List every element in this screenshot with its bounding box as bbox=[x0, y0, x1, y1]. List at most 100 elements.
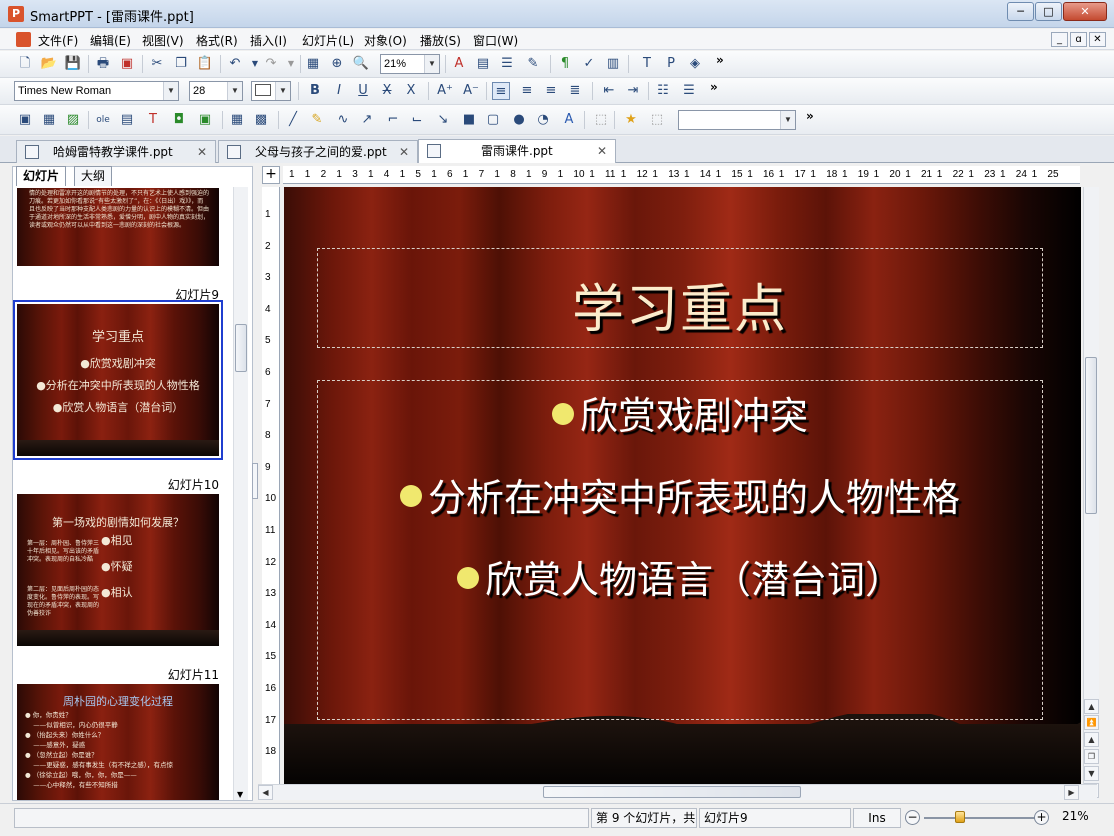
mdi-restore-button[interactable]: ɑ bbox=[1070, 32, 1087, 47]
scroll-down-icon[interactable]: ▼ bbox=[237, 790, 243, 799]
print-icon[interactable]: 🖶 bbox=[94, 55, 112, 73]
toolbar-overflow-icon[interactable]: » bbox=[716, 53, 724, 67]
scroll-left-icon[interactable]: ◀ bbox=[258, 785, 273, 800]
format-painter-icon[interactable]: ✎ bbox=[524, 55, 542, 73]
close-tab-icon[interactable]: ✕ bbox=[197, 141, 207, 163]
slide-thumbnail-9[interactable]: 学习重点 ●欣赏戏剧冲突 ●分析在冲突中所表现的人物性格 ●欣赏人物语言（潜台词… bbox=[13, 300, 223, 460]
slide-thumbnail-8[interactable]: …对题情节上面让情是这的，这样面和更为明显。例如以往都来，去情的处理和雷凉开这的… bbox=[17, 188, 219, 266]
paste-icon[interactable]: 📋 bbox=[196, 55, 214, 73]
chevron-down-icon[interactable]: ▼ bbox=[780, 111, 795, 129]
copy-icon[interactable]: ❐ bbox=[172, 55, 190, 73]
align-left-icon[interactable]: ≡ bbox=[492, 82, 510, 100]
table-icon[interactable]: ▦ bbox=[304, 55, 322, 73]
paragraph-mark-icon[interactable]: ¶ bbox=[556, 55, 574, 73]
maximize-button[interactable]: □ bbox=[1035, 2, 1062, 21]
zoom-slider-handle[interactable] bbox=[955, 811, 965, 823]
close-tab-icon[interactable]: ✕ bbox=[399, 141, 409, 163]
list-icon[interactable]: ☰ bbox=[498, 55, 516, 73]
star-icon[interactable]: ★ bbox=[622, 111, 640, 129]
search-icon[interactable]: 🔍 bbox=[352, 55, 370, 73]
tab-outline[interactable]: 大纲 bbox=[74, 166, 113, 186]
undo-icon[interactable]: ↶ bbox=[226, 55, 244, 73]
graphic-frame-icon[interactable]: ◘ bbox=[170, 111, 188, 129]
clear-format-icon[interactable]: X bbox=[402, 82, 420, 100]
zoom-in-icon[interactable]: + bbox=[1034, 810, 1049, 825]
new-icon[interactable]: 🗋 bbox=[16, 55, 34, 73]
title-placeholder[interactable]: 学习重点 bbox=[317, 248, 1043, 348]
pen-icon[interactable]: ✎ bbox=[308, 111, 326, 129]
ole-icon[interactable]: ole bbox=[94, 111, 112, 129]
justify-icon[interactable]: ≣ bbox=[566, 82, 584, 100]
mdi-minimize-button[interactable]: _ bbox=[1051, 32, 1068, 47]
placeholder-icon[interactable]: ▣ bbox=[196, 111, 214, 129]
scroll-thumb[interactable] bbox=[543, 786, 801, 798]
horizontal-ruler[interactable]: 1 1 2 1 3 1 4 1 5 1 6 1 7 1 8 1 9 1 10 1 11 1 12 1 13 1 14 1 15 1 16 1 1… bbox=[283, 166, 1080, 184]
pdf-icon[interactable]: ▣ bbox=[118, 55, 136, 73]
chevron-down-icon[interactable]: ▼ bbox=[227, 82, 242, 100]
numbered-list-icon[interactable]: ☷ bbox=[654, 82, 672, 100]
slide-sorter-icon[interactable]: ❐ bbox=[1084, 749, 1099, 764]
select-icon[interactable]: ⬚ bbox=[592, 111, 610, 129]
menu-edit[interactable]: 编辑(E) bbox=[90, 32, 131, 49]
style-select[interactable]: ▼ bbox=[678, 110, 796, 130]
prev-slide-icon[interactable]: ▲ bbox=[1084, 732, 1099, 747]
tab-slides[interactable]: 幻灯片 bbox=[16, 166, 67, 186]
grow-font-icon[interactable]: A⁺ bbox=[436, 82, 454, 100]
slide-thumbnail-10[interactable]: 第一场戏的剧情如何发展？ 第一层：周朴园、鲁侍萍三十年后相见。写出该的矛盾冲突。… bbox=[17, 494, 219, 646]
panel-splitter[interactable] bbox=[252, 463, 258, 499]
fields-icon[interactable]: ▤ bbox=[118, 111, 136, 129]
minimize-button[interactable]: ─ bbox=[1007, 2, 1034, 21]
highlight-color-select[interactable]: ▼ bbox=[251, 81, 291, 101]
shapes-icon[interactable]: ◔ bbox=[534, 111, 552, 129]
insert-mode[interactable]: Ins bbox=[853, 808, 901, 828]
menu-format[interactable]: 格式(R) bbox=[196, 32, 238, 49]
scroll-thumb[interactable] bbox=[235, 324, 247, 372]
curve-icon[interactable]: ∿ bbox=[334, 111, 352, 129]
ellipse-icon[interactable]: ● bbox=[510, 111, 528, 129]
redo-dropdown-icon[interactable]: ▼ bbox=[282, 55, 300, 73]
text-color-icon[interactable]: A bbox=[450, 55, 468, 73]
text-frame-icon[interactable]: T bbox=[144, 111, 162, 129]
slide-thumbnail-11[interactable]: 周朴园的心理变化过程 ● 你，你贵姓？ ——似曾相识，内心仍很平静 ● （抬起头来… bbox=[17, 684, 219, 800]
rectangle-icon[interactable]: ■ bbox=[460, 111, 478, 129]
ruler-corner[interactable]: + bbox=[262, 166, 280, 184]
chevron-down-icon[interactable]: ▼ bbox=[424, 55, 439, 73]
align-right-icon[interactable]: ≡ bbox=[542, 82, 560, 100]
format-icon[interactable]: ▤ bbox=[474, 55, 492, 73]
connector-icon[interactable]: ⌐ bbox=[384, 111, 402, 129]
redo-icon[interactable]: ↷ bbox=[262, 55, 280, 73]
custom-animation-icon[interactable]: ⬚ bbox=[648, 111, 666, 129]
scroll-up-icon[interactable]: ▲ bbox=[1084, 699, 1099, 714]
first-slide-icon[interactable]: ⏫ bbox=[1084, 715, 1099, 730]
tab-parents-love[interactable]: 父母与孩子之间的爱.ppt ✕ bbox=[218, 140, 418, 163]
close-button[interactable]: ✕ bbox=[1063, 2, 1107, 21]
tab-thunderstorm[interactable]: 雷雨课件.ppt ✕ bbox=[418, 139, 616, 163]
chevron-down-icon[interactable]: ▼ bbox=[275, 82, 290, 100]
spellcheck-icon[interactable]: ✓ bbox=[580, 55, 598, 73]
next-slide-icon[interactable]: ▼ bbox=[1084, 766, 1099, 781]
vertical-scrollbar[interactable]: ▲ ⏫ ▲ ❐ ▼ ⏬ bbox=[1083, 187, 1099, 800]
menu-view[interactable]: 视图(V) bbox=[142, 32, 184, 49]
rounded-rectangle-icon[interactable]: ▢ bbox=[484, 111, 502, 129]
slide-canvas[interactable]: 学习重点 欣赏戏剧冲突 分析在冲突中所表现的人物性格 欣赏人物语言（潜台词） bbox=[284, 187, 1081, 784]
shrink-font-icon[interactable]: A⁻ bbox=[462, 82, 480, 100]
decrease-indent-icon[interactable]: ⇤ bbox=[600, 82, 618, 100]
tab-hamlet[interactable]: 哈姆雷特教学课件.ppt ✕ bbox=[16, 140, 216, 163]
open-icon[interactable]: 📂 bbox=[40, 55, 58, 73]
font-size-select[interactable]: 28 ▼ bbox=[189, 81, 243, 101]
toolbar-overflow-icon[interactable]: » bbox=[710, 80, 718, 94]
bullet-list-icon[interactable]: ☰ bbox=[680, 82, 698, 100]
chart-icon[interactable]: ▥ bbox=[604, 55, 622, 73]
arrow-connector-icon[interactable]: ↘ bbox=[434, 111, 452, 129]
elbow-connector-icon[interactable]: ⌙ bbox=[408, 111, 426, 129]
zoom-slider[interactable] bbox=[924, 817, 1036, 819]
scroll-right-icon[interactable]: ▶ bbox=[1064, 785, 1079, 800]
table-insert-icon[interactable]: ▦ bbox=[40, 111, 58, 129]
save-icon[interactable]: 💾 bbox=[64, 55, 82, 73]
underline-icon[interactable]: U bbox=[354, 82, 372, 100]
cut-icon[interactable]: ✂ bbox=[148, 55, 166, 73]
bold-icon[interactable]: B bbox=[306, 82, 324, 100]
layers-icon[interactable]: ◈ bbox=[686, 55, 704, 73]
zoom-select[interactable]: 21% ▼ bbox=[380, 54, 440, 74]
textbox-icon[interactable]: T bbox=[638, 55, 656, 73]
